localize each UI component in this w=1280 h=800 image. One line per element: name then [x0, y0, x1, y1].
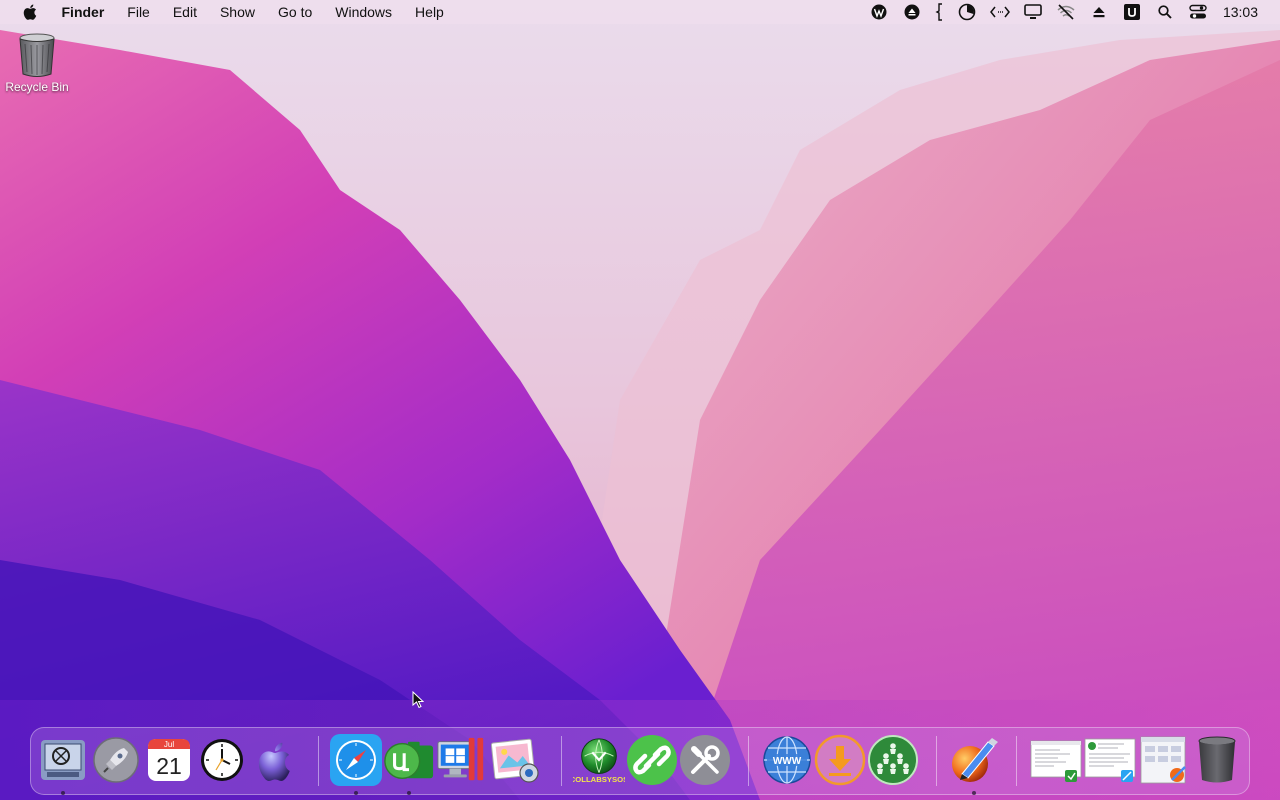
dock-link-app[interactable]: [626, 734, 678, 786]
pie-timer-icon[interactable]: [951, 0, 984, 24]
parallels-windows-icon: [437, 737, 484, 781]
menu-show[interactable]: Show: [208, 0, 266, 24]
dock-window-thumbnail-2[interactable]: [1084, 734, 1136, 786]
eject-circle-icon[interactable]: [896, 0, 929, 24]
www-label: WWW: [773, 756, 802, 767]
dock-calendar[interactable]: Jul 21: [143, 734, 195, 786]
dock-launchpad[interactable]: [90, 734, 142, 786]
menu-edit[interactable]: Edit: [161, 0, 208, 24]
running-indicator: [972, 791, 976, 795]
dock-safari[interactable]: [330, 734, 382, 795]
dock-window-thumbnail-1[interactable]: [1030, 734, 1082, 786]
menu-clock[interactable]: 13:03: [1215, 0, 1280, 24]
menu-help[interactable]: Help: [404, 0, 456, 24]
recycle-bin-desktop-icon[interactable]: Recycle Bin: [4, 32, 70, 94]
dock-separator: [1016, 736, 1017, 786]
finder-icon: [41, 740, 85, 780]
window-thumbnail-icon: [1030, 740, 1082, 782]
control-center-icon[interactable]: [1182, 0, 1215, 24]
window-thumbnail-icon: [1140, 736, 1186, 784]
recycle-bin-label: Recycle Bin: [5, 80, 69, 94]
display-icon[interactable]: [1017, 0, 1050, 24]
apple-logo-icon: [258, 742, 290, 782]
menu-bar: Finder File Edit Show Go to Windows Help: [0, 0, 1280, 24]
dock-photo-viewer[interactable]: [489, 734, 541, 786]
dock-paint-app[interactable]: [948, 734, 1000, 795]
dock-system-tools[interactable]: [679, 734, 731, 786]
menu-extras: 13:03: [863, 0, 1280, 24]
dock-downloader[interactable]: [814, 734, 866, 786]
dock-window-thumbnail-3[interactable]: [1138, 734, 1190, 786]
rocket-icon: [93, 737, 139, 783]
dock-separator: [748, 736, 749, 786]
photos-icon: [490, 738, 539, 783]
wifi-off-icon[interactable]: [1050, 0, 1083, 24]
wrench-screwdriver-icon: [680, 735, 730, 785]
dock-clock[interactable]: [196, 734, 248, 786]
dock-trash[interactable]: [1191, 734, 1243, 786]
utorrent-icon: [384, 741, 434, 780]
clock-icon: [201, 739, 243, 781]
people-network-icon: [868, 735, 918, 785]
dock-apple-store[interactable]: [249, 734, 301, 786]
dock-network-app[interactable]: [867, 734, 919, 786]
dock: Jul 21 OLLABSYSO WWW: [30, 727, 1250, 795]
window-thumbnail-icon: [1084, 738, 1136, 782]
dock-web-browser[interactable]: WWW: [761, 734, 813, 786]
mouse-cursor-icon: [412, 690, 425, 714]
desktop-wallpaper: [0, 0, 1280, 800]
collabsysos-globe-icon: COLLABSYSOS: [573, 738, 625, 784]
www-globe-icon: WWW: [763, 736, 811, 784]
menu-go-to[interactable]: Go to: [267, 0, 324, 24]
calendar-day: 21: [156, 753, 182, 779]
dock-separator: [561, 736, 562, 786]
dock-separator: [936, 736, 937, 786]
dock-finder[interactable]: [37, 734, 89, 795]
eject-icon[interactable]: [1083, 0, 1116, 24]
calendar-month: Jul: [164, 740, 174, 749]
running-indicator: [354, 791, 358, 795]
calendar-icon: Jul 21: [148, 739, 190, 781]
trash-can-icon: [19, 33, 55, 77]
chain-link-icon: [627, 735, 677, 785]
bracket-icon[interactable]: [929, 0, 951, 24]
menu-file[interactable]: File: [116, 0, 162, 24]
dock-parallels[interactable]: [436, 734, 488, 786]
running-indicator: [61, 791, 65, 795]
menu-finder[interactable]: Finder: [50, 0, 116, 24]
wordpress-icon[interactable]: [863, 0, 896, 24]
dock-collabsysos[interactable]: COLLABSYSOS: [573, 734, 625, 786]
search-icon[interactable]: [1149, 0, 1182, 24]
running-indicator: [407, 791, 411, 795]
paint-brush-icon: [952, 738, 998, 782]
menu-windows[interactable]: Windows: [324, 0, 404, 24]
safari-compass-icon: [330, 734, 382, 786]
apple-logo-icon[interactable]: [20, 4, 40, 20]
u-app-icon[interactable]: [1116, 0, 1149, 24]
download-arrow-icon: [814, 734, 866, 786]
collabsysos-label: COLLABSYSOS: [573, 775, 625, 784]
dock-separator: [318, 736, 319, 786]
dock-utorrent[interactable]: [383, 734, 435, 795]
trash-icon: [1198, 736, 1236, 783]
code-arrows-icon[interactable]: [984, 0, 1017, 24]
